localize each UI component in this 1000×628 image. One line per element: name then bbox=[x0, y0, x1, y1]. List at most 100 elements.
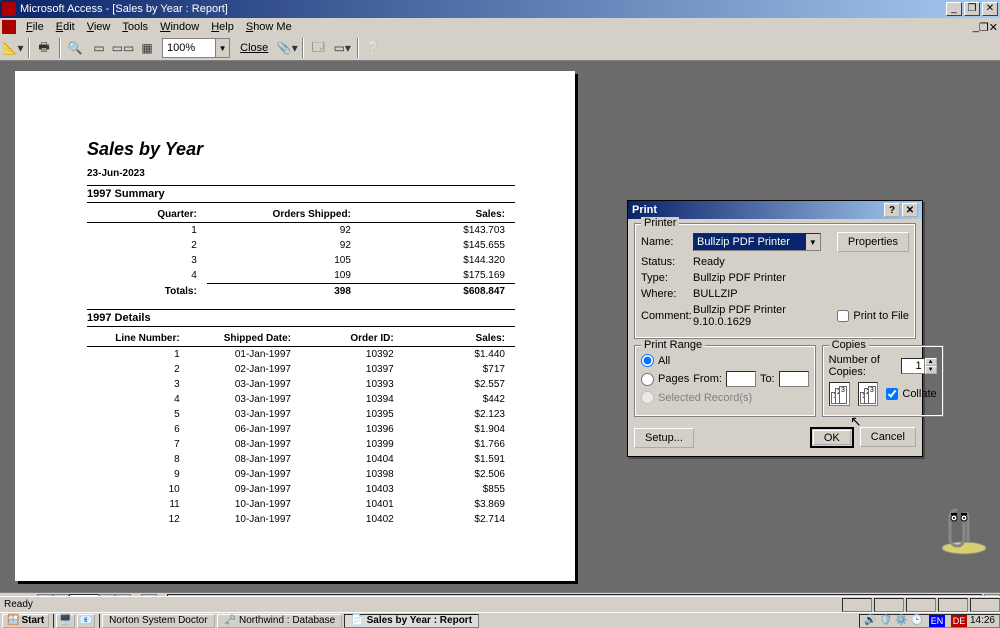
zoom-button[interactable]: 🔍 bbox=[64, 37, 86, 59]
one-page-button[interactable]: ▭ bbox=[88, 37, 110, 59]
quicklaunch-item[interactable]: 📧 bbox=[77, 614, 95, 628]
range-pages-radio[interactable]: Pages From: To: bbox=[641, 371, 809, 387]
report-date: 23-Jun-2023 bbox=[87, 168, 515, 179]
multi-page-button[interactable]: ▦ bbox=[136, 37, 158, 59]
cancel-button[interactable]: Cancel bbox=[860, 427, 916, 447]
printer-group-label: Printer bbox=[641, 217, 679, 229]
spin-down[interactable]: ▼ bbox=[925, 366, 937, 374]
separator bbox=[28, 38, 29, 58]
col-order-id: Order ID: bbox=[301, 331, 404, 347]
dropdown-icon[interactable]: ▼ bbox=[806, 234, 820, 250]
menu-showme[interactable]: Show Me bbox=[240, 20, 298, 34]
totals-sales: $608.847 bbox=[361, 284, 515, 300]
collate-icon: 123 bbox=[829, 382, 850, 406]
totals-orders: 398 bbox=[207, 284, 361, 300]
start-button[interactable]: 🪟 Start bbox=[2, 614, 49, 628]
col-orders-shipped: Orders Shipped: bbox=[207, 207, 361, 223]
details-heading: 1997 Details bbox=[87, 309, 515, 327]
comment-value: Bullzip PDF Printer 9.10.0.1629 bbox=[693, 304, 833, 328]
summary-row: 192$143.703 bbox=[87, 223, 515, 239]
tray-icon[interactable]: 🛡️ bbox=[880, 615, 892, 626]
maximize-button[interactable]: ❐ bbox=[964, 2, 980, 16]
app-icon bbox=[2, 2, 16, 16]
office-assistant-clippy[interactable] bbox=[934, 500, 990, 556]
printer-name-combo[interactable]: Bullzip PDF Printer ▼ bbox=[693, 233, 821, 251]
collate-checkbox[interactable]: Collate bbox=[886, 388, 936, 400]
detail-row: 606-Jan-199710396$1.904 bbox=[87, 422, 515, 437]
separator bbox=[302, 38, 303, 58]
close-button[interactable]: ✕ bbox=[902, 203, 918, 217]
zoom-dropdown[interactable]: ▼ bbox=[215, 39, 229, 57]
menu-view[interactable]: View bbox=[81, 20, 117, 34]
zoom-combo[interactable]: 100% ▼ bbox=[162, 38, 230, 58]
menu-window[interactable]: Window bbox=[154, 20, 205, 34]
totals-label: Totals: bbox=[87, 284, 207, 300]
ok-button[interactable]: OK bbox=[810, 427, 854, 448]
status-label: Status: bbox=[641, 256, 689, 268]
two-page-button[interactable]: ▭▭ bbox=[112, 37, 134, 59]
from-input[interactable] bbox=[726, 371, 756, 387]
taskbar-item-norton[interactable]: Norton System Doctor bbox=[102, 614, 214, 628]
taskbar-item-northwind[interactable]: 🗝️ Northwind : Database bbox=[217, 614, 343, 628]
detail-row: 403-Jan-199710394$442 bbox=[87, 392, 515, 407]
col-sales: Sales: bbox=[361, 207, 515, 223]
doc-restore-button[interactable]: ❐ bbox=[979, 21, 989, 34]
database-window-button[interactable]: 🗔 bbox=[307, 37, 329, 59]
toolbar: 📐▾ 🖶 🔍 ▭ ▭▭ ▦ 100% ▼ Close 📎▾ 🗔 ▭▾ ❔ bbox=[0, 36, 1000, 61]
num-copies-spinner[interactable]: ▲▼ bbox=[901, 358, 937, 374]
summary-row: 4109$175.169 bbox=[87, 268, 515, 284]
tray-icon[interactable]: 🕒 bbox=[911, 615, 923, 626]
menu-help[interactable]: Help bbox=[205, 20, 240, 34]
menu-edit[interactable]: Edit bbox=[50, 20, 81, 34]
minimize-button[interactable]: _ bbox=[946, 2, 962, 16]
quicklaunch-item[interactable]: 🖥️ bbox=[56, 614, 74, 628]
help-button[interactable]: ? bbox=[884, 203, 900, 217]
close-button[interactable]: ✕ bbox=[982, 2, 998, 16]
setup-button[interactable]: Setup... bbox=[634, 428, 694, 448]
num-copies-input[interactable] bbox=[901, 358, 925, 374]
clock[interactable]: 14:26 bbox=[970, 615, 995, 626]
doc-close-button[interactable]: ✕ bbox=[989, 21, 998, 34]
close-preview-button[interactable]: Close bbox=[234, 42, 274, 54]
view-button[interactable]: 📐▾ bbox=[2, 37, 24, 59]
detail-row: 503-Jan-199710395$2.123 bbox=[87, 407, 515, 422]
officelinks-button[interactable]: 📎▾ bbox=[276, 37, 298, 59]
properties-button[interactable]: Properties bbox=[837, 232, 909, 252]
separator bbox=[59, 38, 60, 58]
where-label: Where: bbox=[641, 288, 689, 300]
lang-indicator[interactable]: EN bbox=[929, 615, 945, 627]
print-range-group: Print Range All Pages From: To: Selected… bbox=[634, 345, 816, 417]
system-tray[interactable]: 🔊 🛡️ ⚙️ 🕒 EN DE 14:26 bbox=[859, 614, 1000, 628]
report-preview-page[interactable]: Sales by Year 23-Jun-2023 1997 Summary Q… bbox=[15, 71, 575, 581]
taskbar-item-report[interactable]: 📄 Sales by Year : Report bbox=[344, 614, 479, 628]
print-to-file-checkbox[interactable]: Print to File bbox=[837, 310, 909, 322]
printer-group: Printer Name: Bullzip PDF Printer ▼ Prop… bbox=[634, 223, 916, 339]
menu-tools[interactable]: Tools bbox=[116, 20, 154, 34]
where-value: BULLZIP bbox=[693, 288, 738, 300]
doc-icon[interactable] bbox=[2, 20, 16, 34]
spin-up[interactable]: ▲ bbox=[925, 358, 937, 366]
tray-icon[interactable]: 🔊 bbox=[864, 615, 876, 626]
print-button[interactable]: 🖶 bbox=[33, 37, 55, 59]
new-object-button[interactable]: ▭▾ bbox=[331, 37, 353, 59]
zoom-value: 100% bbox=[163, 42, 215, 54]
status-text: Ready bbox=[4, 599, 33, 610]
statusbar: Ready bbox=[0, 596, 1000, 612]
col-quarter: Quarter: bbox=[87, 207, 207, 223]
range-all-radio[interactable]: All bbox=[641, 354, 670, 367]
from-label: From: bbox=[693, 373, 722, 385]
tray-icon[interactable]: ⚙️ bbox=[895, 615, 907, 626]
detail-row: 1210-Jan-199710402$2.714 bbox=[87, 512, 515, 527]
name-label: Name: bbox=[641, 236, 689, 248]
lang-indicator[interactable]: DE bbox=[951, 615, 967, 627]
separator bbox=[357, 38, 358, 58]
print-dialog-title: Print bbox=[632, 204, 657, 216]
detail-row: 101-Jan-199710392$1.440 bbox=[87, 347, 515, 363]
report-title: Sales by Year bbox=[87, 139, 515, 160]
to-input[interactable] bbox=[779, 371, 809, 387]
menu-file[interactable]: File bbox=[20, 20, 50, 34]
collate-icon: 123 bbox=[858, 382, 879, 406]
help-button[interactable]: ❔ bbox=[362, 37, 384, 59]
type-value: Bullzip PDF Printer bbox=[693, 272, 786, 284]
summary-heading: 1997 Summary bbox=[87, 185, 515, 203]
